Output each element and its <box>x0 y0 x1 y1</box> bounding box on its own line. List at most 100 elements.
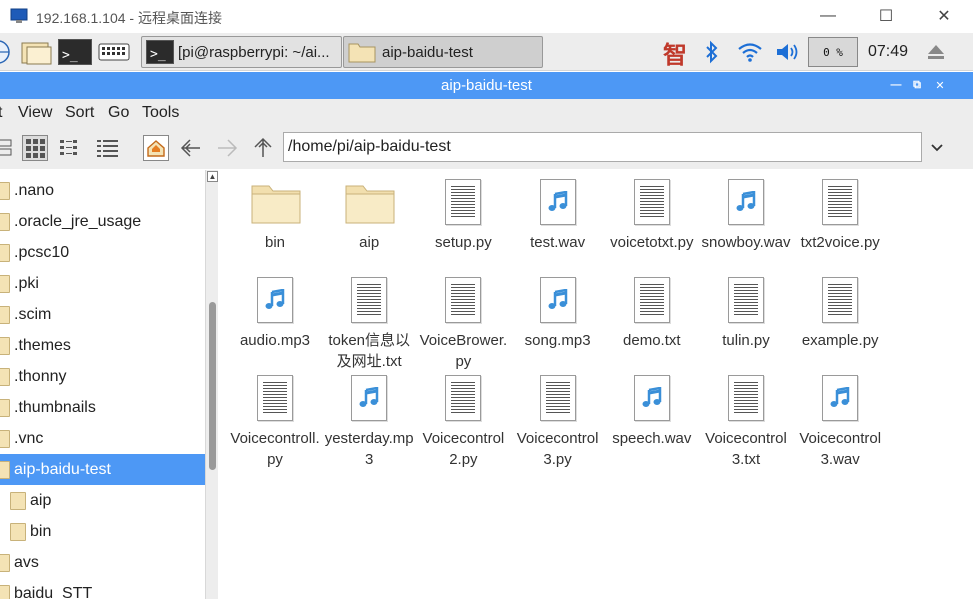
folder-icon <box>0 584 10 599</box>
file-name: aip <box>359 234 380 251</box>
scroll-thumb[interactable] <box>209 302 216 470</box>
file-name: Voicecontrol3.txt <box>705 430 787 468</box>
text-file-icon <box>633 179 670 225</box>
location-bar[interactable]: /home/pi/aip-baidu-test <box>283 132 922 162</box>
menu-tools[interactable]: Tools <box>142 104 179 122</box>
view-detailed-icon[interactable] <box>95 135 121 161</box>
menu-sort[interactable]: Sort <box>65 104 94 122</box>
fm-maximize-button[interactable]: ⧉ <box>908 76 926 94</box>
file-name: yesterday.mp3 <box>324 430 414 468</box>
file-icon-view: bin aip setup.py test.wav voicetotxt.py snowb… <box>222 170 973 599</box>
file-item[interactable]: tulin.py <box>699 272 793 351</box>
file-item[interactable]: txt2voice.py <box>793 174 887 253</box>
file-item[interactable]: Voicecontrol3.wav <box>793 370 887 470</box>
cpu-monitor[interactable]: 0 % <box>808 37 858 67</box>
maximize-button[interactable]: ☐ <box>871 4 901 28</box>
file-item[interactable]: speech.wav <box>605 370 699 449</box>
tree-item[interactable]: .pki <box>0 268 206 299</box>
chevron-down-icon[interactable] <box>924 135 950 161</box>
back-arrow-icon[interactable] <box>178 135 204 161</box>
file-name: snowboy.wav <box>701 234 791 251</box>
remote-desktop-icon <box>10 8 28 23</box>
terminal-launcher-icon[interactable]: >_ <box>58 36 92 68</box>
folder-icon <box>0 212 10 231</box>
tree-item[interactable]: aip <box>0 485 206 516</box>
sidebar-scrollbar[interactable]: ▲ <box>205 170 218 599</box>
file-item[interactable]: song.mp3 <box>511 272 605 351</box>
scroll-up-icon[interactable]: ▲ <box>207 171 218 182</box>
view-list-icon[interactable] <box>0 135 18 161</box>
menu-view[interactable]: View <box>18 104 52 122</box>
file-item[interactable]: test.wav <box>511 174 605 253</box>
folder-icon <box>10 522 26 541</box>
fm-close-button[interactable]: ✕ <box>931 76 949 94</box>
tree-item[interactable]: .pcsc10 <box>0 237 206 268</box>
menu-go[interactable]: Go <box>108 104 129 122</box>
file-item[interactable]: Voicecontrol3.py <box>511 370 605 470</box>
input-method-icon[interactable]: 智 <box>660 36 690 69</box>
view-icons-icon[interactable] <box>22 135 48 161</box>
taskbar-filemanager-task[interactable]: aip-baidu-test <box>343 36 543 68</box>
file-item[interactable]: Voicecontroll.py <box>228 370 322 470</box>
tree-item[interactable]: .nano <box>0 175 206 206</box>
tree-item-label: .pcsc10 <box>14 243 70 261</box>
forward-arrow-icon[interactable] <box>214 135 240 161</box>
view-compact-icon[interactable] <box>58 135 84 161</box>
file-item[interactable]: Voicecontrol2.py <box>416 370 510 470</box>
tree-item-label: .vnc <box>14 429 44 447</box>
file-item[interactable]: setup.py <box>416 174 510 253</box>
file-item[interactable]: Voicecontrol3.txt <box>699 370 793 470</box>
clock[interactable]: 07:49 <box>864 36 912 68</box>
home-icon[interactable] <box>143 135 169 161</box>
folder-icon <box>0 181 10 200</box>
fm-minimize-button[interactable]: — <box>887 76 905 94</box>
bluetooth-icon[interactable] <box>700 36 724 68</box>
tree-item[interactable]: .scim <box>0 299 206 330</box>
tree-item[interactable]: .themes <box>0 330 206 361</box>
text-file-icon <box>728 277 764 323</box>
tree-item[interactable]: .vnc <box>0 423 206 454</box>
folder-icon <box>251 182 301 224</box>
tree-item[interactable]: .oracle_jre_usage <box>0 206 206 237</box>
text-file-icon <box>445 375 482 421</box>
file-item[interactable]: snowboy.wav <box>699 174 793 253</box>
tree-item[interactable]: .thumbnails <box>0 392 206 423</box>
file-name: test.wav <box>530 234 586 251</box>
file-item[interactable]: token信息以及网址.txt <box>322 272 416 372</box>
window-title: aip-baidu-test <box>441 77 532 94</box>
tree-item[interactable]: bin <box>0 516 206 547</box>
file-item[interactable]: aip <box>322 174 416 253</box>
file-item[interactable]: yesterday.mp3 <box>322 370 416 470</box>
wifi-icon[interactable] <box>735 36 765 68</box>
tree-item[interactable]: aip-baidu-test <box>0 454 206 485</box>
folder-icon <box>0 553 10 572</box>
minimize-button[interactable]: — <box>813 4 843 28</box>
file-name: Voicecontrol3.wav <box>799 430 882 468</box>
volume-icon[interactable] <box>772 36 802 68</box>
close-button[interactable]: ✕ <box>929 4 959 28</box>
file-name: example.py <box>801 332 879 349</box>
file-item[interactable]: demo.txt <box>605 272 699 351</box>
taskbar-terminal-task[interactable]: >_ [pi@raspberrypi: ~/ai... <box>141 36 342 68</box>
menu-edit[interactable]: t <box>0 104 2 122</box>
folder-icon <box>345 182 395 224</box>
file-item[interactable]: audio.mp3 <box>228 272 322 351</box>
file-item[interactable]: VoiceBrower.py <box>416 272 510 372</box>
file-name: setup.py <box>435 234 492 251</box>
task-label: [pi@raspberrypi: ~/ai... <box>178 43 330 61</box>
up-arrow-icon[interactable] <box>250 135 276 161</box>
file-item[interactable]: bin <box>228 174 322 253</box>
tree-item-label: avs <box>14 553 39 571</box>
file-name: tulin.py <box>722 332 770 349</box>
tree-item[interactable]: avs <box>0 547 206 578</box>
globe-icon[interactable] <box>0 36 12 68</box>
tree-item[interactable]: baidu_STT <box>0 578 206 599</box>
file-manager-launcher-icon[interactable] <box>20 36 54 68</box>
file-item[interactable]: voicetotxt.py <box>605 174 699 253</box>
keyboard-icon[interactable] <box>98 36 130 68</box>
taskbar-panel: >_ >_ [pi@raspberrypi: ~/ai... aip-baidu… <box>0 33 973 71</box>
tree-item[interactable]: .thonny <box>0 361 206 392</box>
file-name: Voicecontrol2.py <box>422 430 505 468</box>
file-item[interactable]: example.py <box>793 272 887 351</box>
eject-icon[interactable] <box>922 36 950 68</box>
